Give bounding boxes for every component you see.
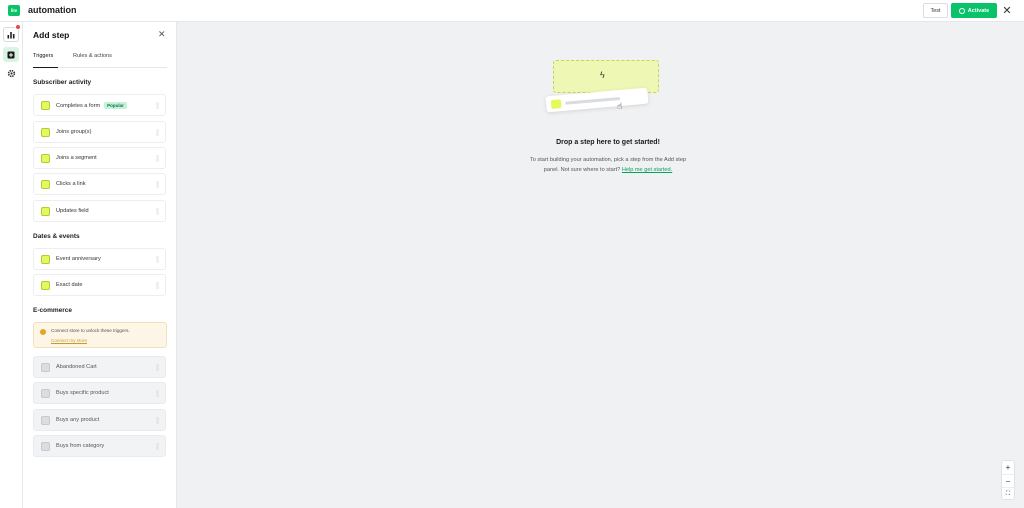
section-title-subscriber: Subscriber activity xyxy=(33,79,92,86)
bolt-icon: ϟ xyxy=(600,70,605,80)
calendar-icon xyxy=(41,281,50,290)
trigger-label: Joins group(s) xyxy=(56,129,92,135)
activate-button[interactable]: Activate xyxy=(951,3,997,18)
cake-icon xyxy=(41,255,50,264)
drag-handle-icon xyxy=(156,443,159,450)
drag-handle-icon[interactable] xyxy=(156,282,159,289)
trigger-label: Joins a segment xyxy=(56,155,97,161)
drag-handle-icon[interactable] xyxy=(156,256,159,263)
refresh-icon xyxy=(41,207,50,216)
segment-icon xyxy=(41,154,50,163)
product-icon xyxy=(41,389,50,398)
trigger-label: Buys from category xyxy=(56,443,105,449)
tab-triggers[interactable]: Triggers xyxy=(33,52,58,68)
panel-title: Add step xyxy=(33,30,70,40)
app-title: automation xyxy=(28,5,77,15)
trigger-clicks-link[interactable]: Clicks a link xyxy=(33,173,166,195)
step-card-text-placeholder xyxy=(565,96,621,105)
trigger-joins-group[interactable]: Joins group(s) xyxy=(33,121,166,143)
cart-icon xyxy=(41,363,50,372)
trigger-exact-date[interactable]: Exact date xyxy=(33,274,166,296)
link-icon xyxy=(41,180,50,189)
mailerlite-logo: lite xyxy=(8,5,20,16)
drag-handle-icon[interactable] xyxy=(156,102,159,109)
icon-rail xyxy=(0,22,23,508)
step-card-icon xyxy=(550,99,562,109)
warning-icon xyxy=(40,329,46,335)
trigger-completes-form[interactable]: Completes a form Popular xyxy=(33,94,166,116)
trigger-label: Updates field xyxy=(56,208,89,214)
activate-label: Activate xyxy=(967,7,990,14)
notification-badge xyxy=(15,24,21,30)
help-link[interactable]: Help me get started. xyxy=(622,167,672,173)
trigger-event-anniversary[interactable]: Event anniversary xyxy=(33,248,166,270)
subtitle-line-2: panel. Not sure where to start? xyxy=(543,167,621,173)
empty-state-subtitle: To start building your automation, pick … xyxy=(478,155,738,175)
trigger-label: Completes a form xyxy=(56,103,101,109)
trigger-label: Clicks a link xyxy=(56,181,86,187)
drag-handle-icon xyxy=(156,417,159,424)
hand-cursor-icon: ☝ xyxy=(617,101,623,111)
trigger-buys-specific-product: Buys specific product xyxy=(33,382,166,404)
drag-handle-icon[interactable] xyxy=(156,208,159,215)
drag-handle-icon[interactable] xyxy=(156,155,159,162)
trigger-joins-segment[interactable]: Joins a segment xyxy=(33,147,166,169)
section-title-ecommerce: E-commerce xyxy=(33,307,73,314)
chart-icon xyxy=(7,31,15,38)
rail-add-step-button[interactable] xyxy=(3,47,19,62)
zoom-in-icon[interactable]: + xyxy=(1002,461,1014,474)
gear-icon xyxy=(7,69,15,78)
tab-rules-actions[interactable]: Rules & actions xyxy=(73,52,112,68)
drag-handle-icon[interactable] xyxy=(156,129,159,136)
connect-store-link[interactable]: Connect my store xyxy=(51,338,87,343)
trigger-buys-any-product: Buys any product xyxy=(33,409,166,431)
drag-handle-icon[interactable] xyxy=(156,181,159,188)
form-icon xyxy=(41,101,50,110)
group-icon xyxy=(41,128,50,137)
trigger-label: Event anniversary xyxy=(56,256,101,262)
popular-badge: Popular xyxy=(104,102,127,109)
trigger-label: Buys specific product xyxy=(56,390,109,396)
trigger-buys-from-category: Buys from category xyxy=(33,435,166,457)
connect-store-notice: Connect store to unlock these triggers. … xyxy=(33,322,167,348)
subtitle-line-1: To start building your automation, pick … xyxy=(529,157,687,163)
empty-state-title: Drop a step here to get started! xyxy=(556,139,660,146)
notice-text: Connect store to unlock these triggers. xyxy=(51,328,130,333)
close-icon[interactable]: ✕ xyxy=(1001,5,1013,17)
activate-icon xyxy=(958,7,965,14)
rail-settings-button[interactable] xyxy=(3,66,19,81)
test-button[interactable]: Test xyxy=(923,3,948,18)
trigger-label: Exact date xyxy=(56,282,83,288)
panel-tabs: Triggers Rules & actions xyxy=(33,52,167,68)
section-title-dates: Dates & events xyxy=(33,233,80,240)
zoom-out-icon[interactable]: − xyxy=(1002,474,1014,487)
trigger-label: Buys any product xyxy=(56,417,100,423)
trigger-abandoned-cart: Abandoned Cart xyxy=(33,356,166,378)
fit-view-icon[interactable]: ⛶ xyxy=(1002,487,1014,500)
drag-handle-icon xyxy=(156,364,159,371)
zoom-controls: + − ⛶ xyxy=(1001,460,1015,500)
trigger-label: Abandoned Cart xyxy=(56,364,97,370)
add-step-panel: Add step ✕ Triggers Rules & actions Subs… xyxy=(23,22,177,508)
panel-close-icon[interactable]: ✕ xyxy=(158,29,166,40)
top-bar: lite automation Test Activate ✕ xyxy=(0,0,1024,22)
add-step-icon xyxy=(7,51,15,58)
bag-icon xyxy=(41,416,50,425)
category-icon xyxy=(41,442,50,451)
trigger-updates-field[interactable]: Updates field xyxy=(33,200,166,222)
drag-handle-icon xyxy=(156,390,159,397)
